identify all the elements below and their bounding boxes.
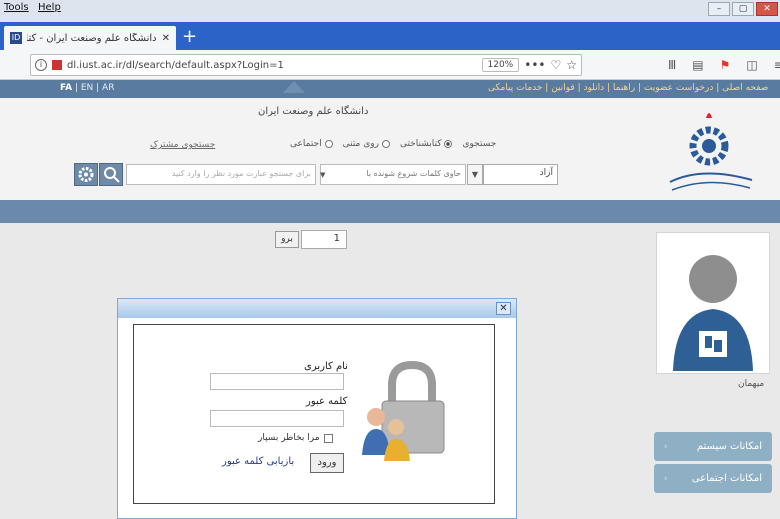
- reader-view-icon[interactable]: ◫: [746, 58, 757, 72]
- pager-go-button[interactable]: برو: [275, 231, 299, 248]
- more-actions-icon[interactable]: •••: [524, 58, 545, 72]
- close-window-icon[interactable]: ✕: [756, 2, 778, 16]
- padlock-users-icon: [362, 360, 445, 461]
- language-switcher: FA | EN | AR: [60, 83, 115, 93]
- guest-label: میهمان: [738, 379, 765, 389]
- insecure-lock-icon[interactable]: [52, 60, 62, 70]
- chevron-left-icon: ‹: [664, 441, 668, 452]
- chevron-down-icon[interactable]: ▼: [320, 171, 325, 179]
- joint-search-link[interactable]: جستجوی مشترک: [150, 140, 215, 150]
- new-tab-icon[interactable]: +: [182, 28, 197, 46]
- window-controls: – ▢ ✕: [708, 2, 778, 16]
- bookmark-star-icon[interactable]: ☆: [566, 58, 577, 72]
- close-icon[interactable]: ✕: [496, 302, 511, 315]
- favicon-icon: ID: [10, 32, 22, 44]
- recover-password-link[interactable]: بازیابی کلمه عبور: [222, 456, 294, 467]
- system-features-button[interactable]: امکانات سیستم ‹: [654, 432, 772, 461]
- tab-title: دانشگاه علم وصنعت ایران - کتابخان...: [27, 32, 157, 44]
- chevron-left-icon: ‹: [664, 473, 668, 484]
- flag-extension-icon[interactable]: ⚑: [720, 58, 731, 72]
- top-links[interactable]: صفحه اصلی | درخواست عضویت | راهنما | دان…: [488, 83, 768, 93]
- hamburger-menu-icon[interactable]: ≡: [774, 58, 780, 72]
- search-button[interactable]: [99, 163, 123, 186]
- url-text[interactable]: dl.iust.ac.ir/dl/search/default.aspx?Log…: [67, 60, 477, 71]
- search-type-radios: جستجوی کتابشناختی روی متنی اجتماعی: [290, 139, 496, 149]
- pocket-icon[interactable]: ♡: [550, 58, 561, 72]
- match-filter-select[interactable]: حاوی کلمات شروع شونده با: [320, 164, 466, 185]
- search-input[interactable]: برای جستجو عبارت مورد نظر را وارد کنید: [126, 164, 316, 185]
- toolbar-icons: Ⅲ ▤ ⚑ ◫ ≡: [668, 58, 780, 72]
- library-icon[interactable]: Ⅲ: [668, 58, 676, 72]
- search-label: جستجوی: [462, 139, 497, 149]
- lang-en[interactable]: EN: [81, 83, 93, 93]
- username-input[interactable]: [210, 373, 344, 390]
- close-tab-icon[interactable]: ✕: [162, 33, 170, 44]
- lang-ar[interactable]: AR: [102, 83, 114, 93]
- username-label: نام کاربری: [304, 361, 348, 372]
- maximize-icon[interactable]: ▢: [732, 2, 754, 16]
- sidebar-icon[interactable]: ▤: [692, 58, 703, 72]
- password-label: کلمه عبور: [306, 396, 348, 407]
- university-name: دانشگاه علم وصنعت ایران: [258, 106, 369, 117]
- radio-bibliographic[interactable]: کتابشناختی: [400, 139, 453, 149]
- university-logo-icon: [669, 113, 753, 191]
- remember-me-label: مرا بخاطر بسپار: [258, 433, 320, 443]
- chevron-down-icon[interactable]: ▼: [467, 164, 483, 185]
- minimize-icon[interactable]: –: [708, 2, 730, 16]
- social-features-button[interactable]: امکانات اجتماعی ‹: [654, 464, 772, 493]
- browser-menubar: [0, 0, 780, 22]
- collapse-header-icon[interactable]: [283, 81, 305, 93]
- password-input[interactable]: [210, 410, 344, 427]
- lang-fa[interactable]: FA: [60, 83, 72, 93]
- settings-button[interactable]: [74, 163, 98, 186]
- info-icon[interactable]: i: [35, 59, 47, 71]
- menu-tools[interactable]: Tools: [4, 2, 29, 13]
- zoom-level[interactable]: 120%: [481, 58, 520, 72]
- browser-tab[interactable]: ID دانشگاه علم وصنعت ایران - کتابخان... …: [4, 26, 176, 50]
- remember-me[interactable]: مرا بخاطر بسپار: [258, 433, 333, 443]
- radio-social[interactable]: اجتماعی: [290, 139, 333, 149]
- menu-help[interactable]: Help: [38, 2, 61, 13]
- site-nav-bar: [0, 200, 780, 223]
- page-number-input[interactable]: 1: [301, 230, 347, 249]
- social-features-label: امکانات اجتماعی: [691, 473, 762, 484]
- gear-icon: [78, 167, 94, 182]
- login-button[interactable]: ورود: [310, 453, 344, 473]
- address-bar[interactable]: i dl.iust.ac.ir/dl/search/default.aspx?L…: [30, 54, 582, 76]
- search-icon: [104, 167, 120, 183]
- free-search-field[interactable]: آزاد: [483, 164, 558, 185]
- user-avatar-box: [656, 232, 770, 374]
- radio-fulltext[interactable]: روی متنی: [343, 139, 390, 149]
- dialog-title-bar: [118, 299, 516, 318]
- remember-me-checkbox[interactable]: [323, 433, 333, 443]
- avatar: [673, 255, 753, 371]
- system-features-label: امکانات سیستم: [696, 441, 762, 452]
